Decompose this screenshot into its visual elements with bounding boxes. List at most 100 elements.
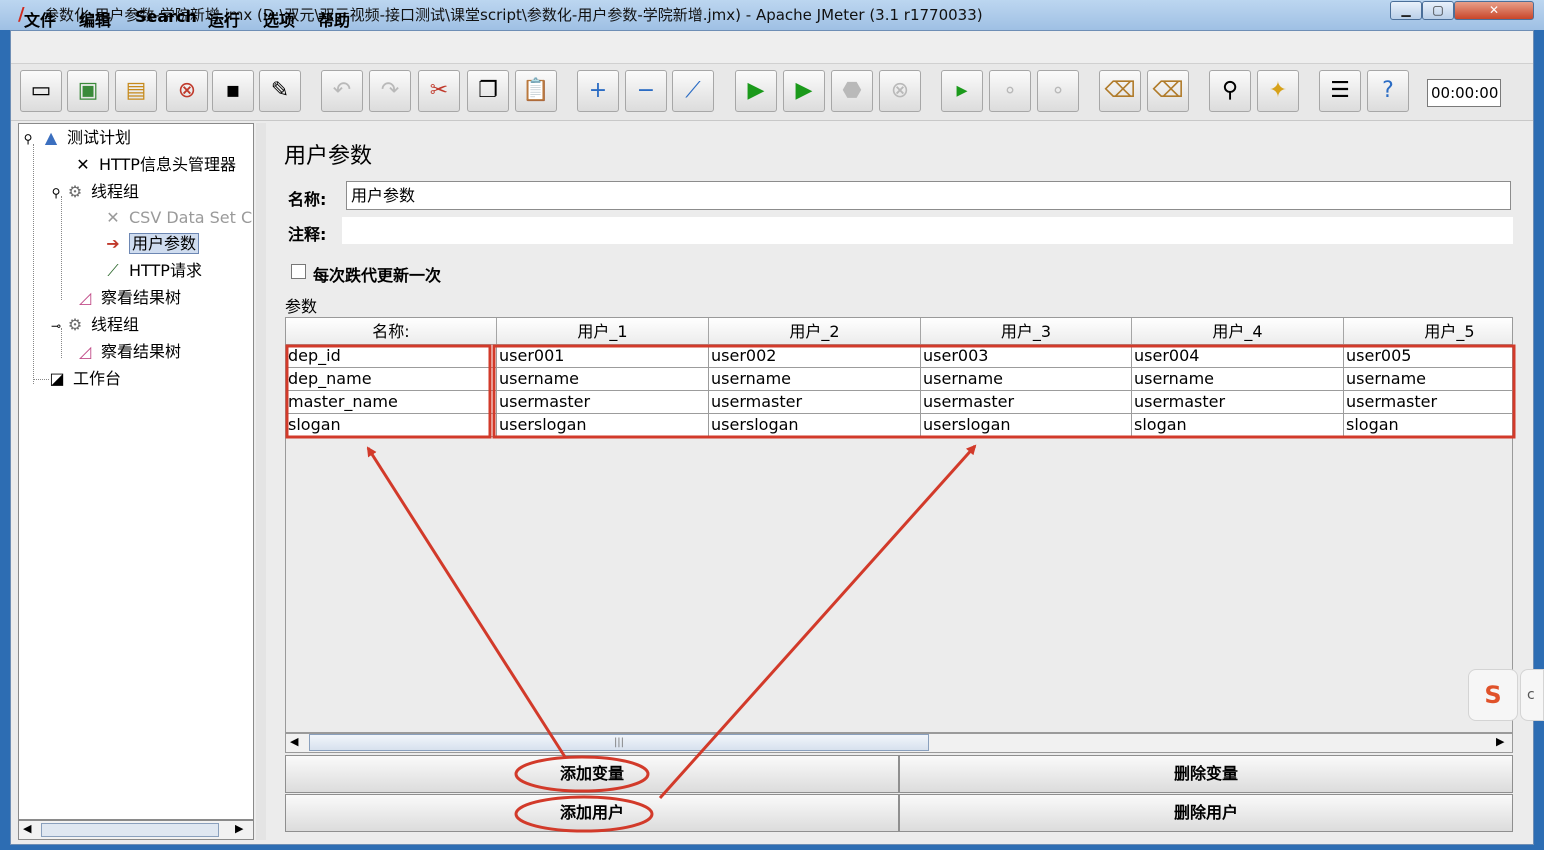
tree-item-test-plan[interactable]: ⚲ ▲ 测试计划 (23, 126, 131, 150)
add-variable-button[interactable]: 添加变量 (285, 755, 899, 793)
tree-item-thread-group-2[interactable]: ⊸ ⚙ 线程组 (51, 313, 139, 337)
table-cell[interactable]: user003 (921, 345, 1132, 368)
shutdown-icon[interactable]: ⊗ (879, 70, 921, 112)
table-cell[interactable]: usermaster (1344, 391, 1512, 414)
table-cell[interactable]: userslogan (709, 414, 921, 437)
table-cell[interactable]: usermaster (1132, 391, 1344, 414)
menu-edit[interactable]: 编辑 (79, 7, 111, 31)
close-icon[interactable]: ⊗ (166, 70, 208, 112)
new-icon[interactable]: ▭ (20, 70, 62, 112)
table-cell[interactable]: userslogan (497, 414, 709, 437)
expand-icon[interactable]: + (577, 70, 619, 112)
table-cell[interactable]: user004 (1132, 345, 1344, 368)
column-header-user-2[interactable]: 用户_2 (709, 318, 921, 345)
toggle-icon[interactable]: ⟋ (672, 70, 714, 112)
scroll-left-icon[interactable]: ◀ (290, 735, 298, 748)
undo-icon[interactable]: ↶ (321, 70, 363, 112)
menu-file[interactable]: 文件 (24, 7, 56, 31)
clear-all-icon[interactable]: ⌫ (1147, 70, 1189, 112)
name-input[interactable]: 用户参数 (346, 181, 1511, 210)
maximize-button[interactable]: ▢ (1422, 1, 1454, 20)
column-header-user-4[interactable]: 用户_4 (1132, 318, 1344, 345)
column-header-user-5[interactable]: 用户_5 (1344, 318, 1512, 345)
table-cell[interactable]: usermaster (921, 391, 1132, 414)
add-user-button[interactable]: 添加用户 (285, 794, 899, 832)
column-header-user-3[interactable]: 用户_3 (921, 318, 1132, 345)
remote-stop-icon[interactable]: ∘ (989, 70, 1031, 112)
scroll-left-icon[interactable]: ◀ (23, 822, 31, 835)
expand-toggle-icon[interactable]: ⚲ (51, 181, 61, 205)
open-icon[interactable]: ▤ (115, 70, 157, 112)
cut-icon[interactable]: ✂ (418, 70, 460, 112)
table-cell[interactable]: username (709, 368, 921, 391)
tree-horizontal-scrollbar[interactable]: ◀ ▶ (18, 820, 254, 840)
scroll-right-icon[interactable]: ▶ (235, 822, 243, 835)
tree-item-view-results-tree-1[interactable]: ◿ 察看结果树 (75, 286, 181, 310)
gear-icon: ⚙ (67, 315, 83, 334)
function-helper-icon[interactable]: ☰ (1319, 70, 1361, 112)
minimize-button[interactable]: ▁ (1390, 1, 1422, 20)
save-as-icon[interactable]: ✎ (259, 70, 301, 112)
stop-icon[interactable]: ⬣ (831, 70, 873, 112)
scroll-right-icon[interactable]: ▶ (1496, 735, 1504, 748)
table-cell[interactable]: user001 (497, 345, 709, 368)
redo-icon[interactable]: ↷ (369, 70, 411, 112)
menu-help[interactable]: 帮助 (318, 7, 350, 31)
tree-item-view-results-tree-2[interactable]: ◿ 察看结果树 (75, 340, 181, 364)
remote-start-icon[interactable]: ▸ (941, 70, 983, 112)
help-icon[interactable]: ? (1367, 70, 1409, 112)
table-cell[interactable]: usermaster (497, 391, 709, 414)
column-header-name[interactable]: 名称: (286, 318, 497, 345)
delete-variable-button[interactable]: 删除变量 (899, 755, 1513, 793)
table-cell[interactable]: usermaster (709, 391, 921, 414)
comment-label: 注释: (288, 225, 327, 244)
copy-icon[interactable]: ❐ (467, 70, 509, 112)
menu-search[interactable]: Search (135, 7, 197, 26)
test-plan-icon: ▲ (44, 128, 58, 147)
collapse-toggle-icon[interactable]: ⊸ (51, 314, 61, 338)
ime-side-icon[interactable]: c (1520, 669, 1544, 721)
table-cell[interactable]: user002 (709, 345, 921, 368)
name-label: 名称: (288, 190, 327, 209)
start-no-pause-icon[interactable]: ▶ (783, 70, 825, 112)
table-cell[interactable]: username (921, 368, 1132, 391)
reset-search-icon[interactable]: ✦ (1257, 70, 1299, 112)
panel-splitter[interactable] (256, 123, 266, 840)
save-icon[interactable]: ▪ (212, 70, 254, 112)
update-each-iteration-checkbox[interactable] (291, 264, 306, 279)
table-cell[interactable]: username (497, 368, 709, 391)
table-cell[interactable]: dep_id (286, 345, 497, 368)
table-scroll-thumb[interactable]: ||| (309, 734, 929, 751)
table-cell[interactable]: slogan (1132, 414, 1344, 437)
templates-icon[interactable]: ▣ (67, 70, 109, 112)
remote-shutdown-icon[interactable]: ∘ (1037, 70, 1079, 112)
table-cell[interactable]: master_name (286, 391, 497, 414)
start-icon[interactable]: ▶ (735, 70, 777, 112)
menu-run[interactable]: 运行 (208, 7, 240, 31)
comment-input[interactable] (342, 217, 1513, 244)
collapse-icon[interactable]: − (625, 70, 667, 112)
close-window-button[interactable]: ✕ (1454, 1, 1534, 20)
table-cell[interactable]: username (1344, 368, 1512, 391)
delete-user-button[interactable]: 删除用户 (899, 794, 1513, 832)
ime-sogou-icon[interactable]: S (1468, 669, 1518, 721)
tree-item-http-request[interactable]: ⟋ HTTP请求 (103, 259, 202, 283)
table-cell[interactable]: slogan (286, 414, 497, 437)
clear-icon[interactable]: ⌫ (1099, 70, 1141, 112)
column-header-user-1[interactable]: 用户_1 (497, 318, 709, 345)
paste-icon[interactable]: 📋 (515, 70, 557, 112)
table-cell[interactable]: dep_name (286, 368, 497, 391)
tree-item-thread-group-1[interactable]: ⚲ ⚙ 线程组 (51, 180, 139, 204)
menu-options[interactable]: 选项 (263, 7, 295, 31)
tree-item-http-header-manager[interactable]: ✕ HTTP信息头管理器 (73, 153, 236, 177)
tree-item-workbench[interactable]: ◪ 工作台 (47, 367, 121, 391)
table-cell[interactable]: user005 (1344, 345, 1512, 368)
expand-toggle-icon[interactable]: ⚲ (23, 127, 33, 151)
table-cell[interactable]: slogan (1344, 414, 1512, 437)
search-icon[interactable]: ⚲ (1209, 70, 1251, 112)
tree-item-csv-data-set[interactable]: ✕ CSV Data Set C (103, 206, 252, 230)
table-cell[interactable]: userslogan (921, 414, 1132, 437)
table-cell[interactable]: username (1132, 368, 1344, 391)
tree-scroll-thumb[interactable] (41, 823, 219, 837)
tree-item-user-parameters[interactable]: ➔ 用户参数 (103, 232, 200, 256)
